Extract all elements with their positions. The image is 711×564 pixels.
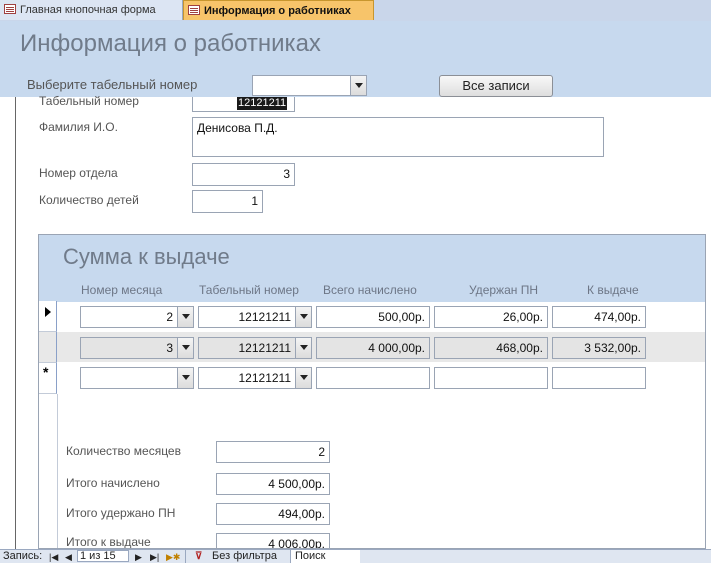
record-selector-bar	[15, 97, 16, 549]
cell-month[interactable]: 3	[80, 337, 194, 359]
cell-month[interactable]	[80, 367, 194, 389]
tab-number-label: Табельный номер	[39, 94, 139, 108]
all-records-button[interactable]: Все записи	[439, 75, 553, 97]
total-payout-field[interactable]: 4 006,00р.	[216, 533, 330, 548]
months-count-field[interactable]: 2	[216, 441, 330, 463]
filter-icon: ⊽	[195, 551, 203, 562]
total-accrued-field[interactable]: 4 500,00р.	[216, 473, 330, 495]
tab-label: Информация о работниках	[204, 5, 351, 17]
total-withheld-field[interactable]: 494,00р.	[216, 503, 330, 525]
chevron-down-icon[interactable]	[295, 368, 311, 388]
tab-number-select[interactable]	[252, 75, 367, 96]
row-selector-column	[39, 394, 58, 548]
dept-field[interactable]: 3	[192, 163, 295, 186]
total-payout-label: Итого к выдаче	[66, 535, 151, 549]
column-header-month: Номер месяца	[81, 283, 163, 297]
chevron-down-icon[interactable]	[177, 307, 193, 327]
tab-number-field[interactable]: 12121211	[192, 97, 295, 112]
total-accrued-label: Итого начислено	[66, 476, 160, 490]
record-position-field[interactable]: 1 из 15	[77, 550, 129, 562]
fio-label: Фамилия И.О.	[39, 120, 118, 134]
chevron-down-icon[interactable]	[177, 338, 193, 358]
chevron-down-icon[interactable]	[350, 76, 366, 95]
next-record-icon[interactable]: ▶	[135, 551, 142, 564]
row-selector[interactable]	[39, 301, 57, 332]
tab-employee-info[interactable]: Информация о работниках	[183, 0, 374, 20]
records-label: Запись:	[3, 550, 43, 562]
column-header-total: Всего начислено	[323, 283, 417, 297]
select-tab-number-label: Выберите табельный номер	[27, 77, 198, 92]
form-icon	[188, 5, 200, 15]
chevron-down-icon[interactable]	[295, 307, 311, 327]
cell-tax[interactable]: 468,00р.	[434, 337, 548, 359]
cell-total[interactable]: 500,00р.	[316, 306, 430, 328]
filter-toggle[interactable]: Без фильтра	[212, 550, 277, 563]
tab-main-switchboard[interactable]: Главная кнопочная форма	[0, 0, 183, 20]
column-header-tab-number: Табельный номер	[199, 283, 299, 297]
fio-field[interactable]: Денисова П.Д.	[192, 117, 604, 157]
cell-month[interactable]: 2	[80, 306, 194, 328]
children-label: Количество детей	[39, 193, 139, 207]
dept-label: Номер отдела	[39, 166, 118, 180]
cell-tab-number[interactable]: 12121211	[198, 337, 312, 359]
row-selector[interactable]: *	[39, 363, 57, 394]
cell-payout[interactable]: 3 532,00р.	[552, 337, 646, 359]
cell-tab-number[interactable]: 12121211	[198, 367, 312, 389]
tab-label: Главная кнопочная форма	[20, 4, 156, 16]
divider	[185, 550, 186, 563]
search-input[interactable]: Поиск	[290, 550, 360, 563]
record-navigation-bar: Запись: |◀ ◀ 1 из 15 ▶ ▶| ▶✱ ⊽ Без фильт…	[0, 549, 711, 563]
last-record-icon[interactable]: ▶|	[150, 551, 159, 564]
new-record-asterisk-icon: *	[43, 364, 49, 380]
cell-tab-number[interactable]: 12121211	[198, 306, 312, 328]
cell-total[interactable]: 4 000,00р.	[316, 337, 430, 359]
months-count-label: Количество месяцев	[66, 444, 181, 458]
cell-payout[interactable]: 474,00р.	[552, 306, 646, 328]
subform-title: Сумма к выдаче	[63, 244, 230, 269]
chevron-down-icon[interactable]	[177, 368, 193, 388]
form-icon	[4, 4, 16, 14]
current-record-pointer-icon	[45, 307, 51, 317]
chevron-down-icon[interactable]	[295, 338, 311, 358]
cell-tax[interactable]: 26,00р.	[434, 306, 548, 328]
first-record-icon[interactable]: |◀	[49, 551, 58, 564]
total-withheld-label: Итого удержано ПН	[66, 506, 176, 520]
previous-record-icon[interactable]: ◀	[65, 551, 72, 564]
column-header-tax: Удержан ПН	[469, 283, 538, 297]
new-record-icon[interactable]: ▶✱	[166, 551, 180, 564]
cell-payout[interactable]	[552, 367, 646, 389]
page-title: Информация о работниках	[20, 30, 321, 57]
cell-tax[interactable]	[434, 367, 548, 389]
cell-total[interactable]	[316, 367, 430, 389]
payout-subform: Сумма к выдаче Номер месяца Табельный но…	[38, 234, 706, 549]
row-selector[interactable]	[39, 332, 57, 363]
column-header-payout: К выдаче	[587, 283, 639, 297]
children-field[interactable]: 1	[192, 190, 263, 213]
